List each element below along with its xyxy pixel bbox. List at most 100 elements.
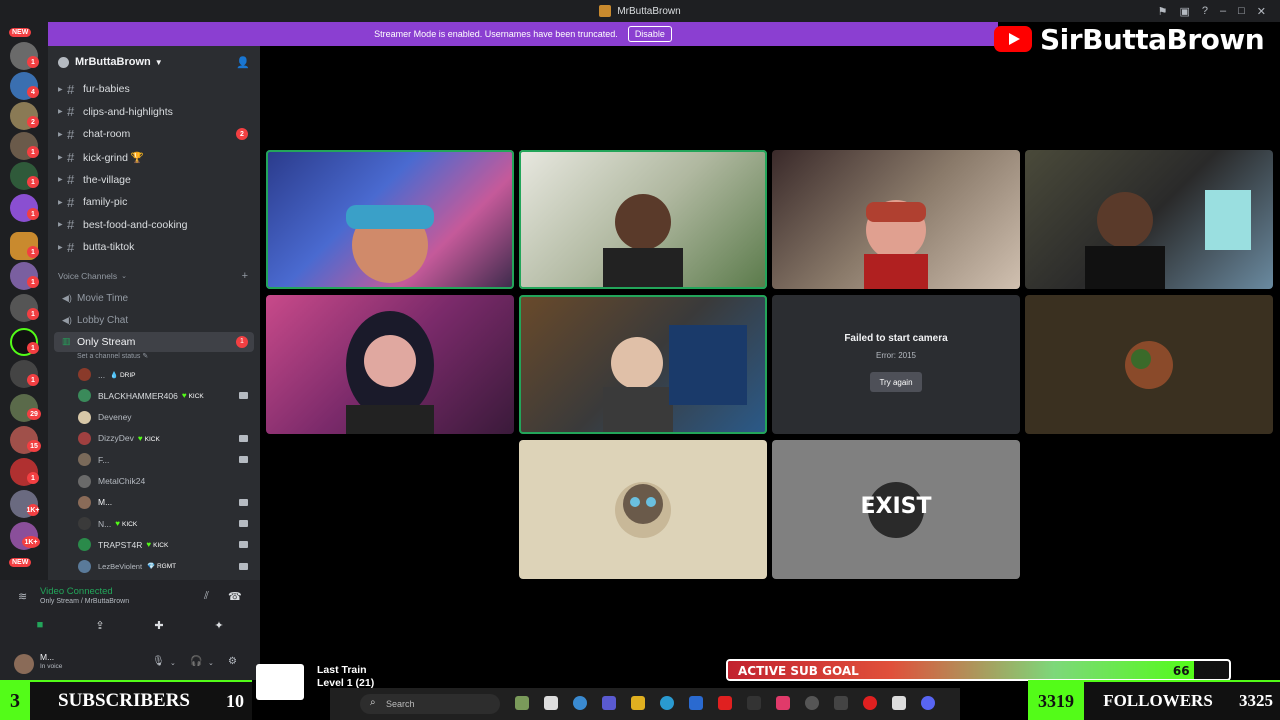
camera-button[interactable]: ■ bbox=[29, 616, 51, 634]
video-tile[interactable] bbox=[266, 295, 514, 434]
noise-suppression-icon[interactable]: ⫽ bbox=[204, 590, 209, 603]
app-icon[interactable] bbox=[776, 696, 790, 710]
settings-gear-icon[interactable]: ⚙ bbox=[228, 656, 237, 667]
app-icon[interactable] bbox=[602, 696, 616, 710]
channel-butta-tiktok[interactable]: ▶ # butta-tiktok bbox=[48, 236, 260, 259]
voice-user[interactable]: TRAPST4RKICK bbox=[48, 534, 260, 555]
video-tile[interactable] bbox=[519, 150, 767, 289]
mention-badge: 29 bbox=[27, 408, 41, 420]
avatar bbox=[78, 389, 91, 403]
mention-badge: 1K+ bbox=[22, 536, 40, 548]
disable-button[interactable]: Disable bbox=[627, 26, 672, 42]
sub-goal-label: ACTIVE SUB GOAL bbox=[738, 664, 859, 678]
hash-icon: # bbox=[67, 239, 75, 255]
browser-icon[interactable] bbox=[660, 696, 674, 710]
try-again-button[interactable]: Try again bbox=[870, 372, 922, 392]
category-label: Voice Channels bbox=[58, 270, 118, 281]
voice-user[interactable]: BLACKHAMMER406 KICK bbox=[48, 385, 260, 406]
user-name: ... bbox=[98, 369, 106, 380]
camera-error-code: Error: 2015 bbox=[875, 351, 917, 360]
voice-user[interactable]: ... 💧 DRIP bbox=[48, 364, 260, 385]
signal-icon[interactable]: ≋ bbox=[18, 590, 27, 603]
voice-channel-lobby-chat[interactable]: ◀) Lobby Chat bbox=[48, 309, 260, 332]
channel-status[interactable]: Set a channel status ✎ bbox=[48, 352, 260, 364]
video-tile[interactable]: EXIST bbox=[772, 440, 1020, 579]
screen-icon[interactable]: ▣ bbox=[1179, 5, 1189, 18]
avatar bbox=[78, 559, 91, 573]
channel-the-village[interactable]: ▶ # the-village bbox=[48, 168, 260, 191]
mention-badge: 1 bbox=[27, 146, 39, 158]
app-icon[interactable] bbox=[834, 696, 848, 710]
app-icon[interactable] bbox=[805, 696, 819, 710]
app-icon[interactable] bbox=[747, 696, 761, 710]
add-channel-icon[interactable]: + bbox=[242, 270, 248, 282]
app-icon[interactable] bbox=[544, 696, 558, 710]
microphone-icon[interactable]: 🎙 bbox=[152, 656, 165, 667]
video-tile[interactable] bbox=[519, 295, 767, 434]
channel-clips-and-highlights[interactable]: ▶ # clips-and-highlights bbox=[48, 101, 260, 124]
headphones-icon[interactable]: 🎧 bbox=[190, 656, 202, 667]
voice-user[interactable]: DizzyDev KICK bbox=[48, 428, 260, 449]
app-icon[interactable] bbox=[863, 696, 877, 710]
channel-fur-babies[interactable]: ▶ # fur-babies bbox=[48, 78, 260, 101]
app-icon[interactable] bbox=[573, 696, 587, 710]
participant-video bbox=[603, 194, 683, 289]
app-icon[interactable] bbox=[689, 696, 703, 710]
close-button[interactable]: ✕ bbox=[1257, 5, 1266, 18]
soundboard-button[interactable]: ✦ bbox=[208, 616, 230, 634]
server-header[interactable]: MrButtaBrown ▼ 👤 bbox=[48, 46, 260, 78]
inbox-icon[interactable]: ⚑ bbox=[1158, 5, 1168, 18]
voice-user[interactable]: N...KICK bbox=[48, 513, 260, 534]
maximize-button[interactable]: □ bbox=[1238, 5, 1245, 17]
video-tile[interactable] bbox=[1025, 150, 1273, 289]
subscribers-current: 3 bbox=[0, 682, 30, 720]
youtube-icon[interactable] bbox=[718, 696, 732, 710]
channel-name: Only Stream bbox=[77, 335, 136, 348]
search-box[interactable]: ⌕ Search bbox=[360, 694, 500, 714]
window-controls: ⚑ ▣ ? – □ ✕ bbox=[1158, 0, 1280, 22]
app-icon[interactable] bbox=[892, 696, 906, 710]
help-icon[interactable]: ? bbox=[1202, 5, 1208, 17]
new-badge: NEW bbox=[9, 558, 32, 567]
screen-share-button[interactable]: ⇪ bbox=[89, 616, 111, 634]
connection-channel[interactable]: Only Stream / MrButtaBrown bbox=[40, 598, 129, 605]
channel-best-food-and-cooking[interactable]: ▶ # best-food-and-cooking bbox=[48, 214, 260, 237]
video-tile[interactable] bbox=[519, 440, 767, 579]
user-name: M... bbox=[98, 497, 113, 508]
voice-category-header[interactable]: Voice Channels ⌄ + bbox=[48, 265, 260, 287]
followers-goal: 3325 bbox=[1239, 691, 1273, 710]
app-icon[interactable] bbox=[515, 696, 529, 710]
channel-name: fur-babies bbox=[83, 83, 130, 96]
video-tile[interactable] bbox=[772, 150, 1020, 289]
chevron-down-icon[interactable]: ⌄ bbox=[208, 659, 214, 667]
disconnect-icon[interactable]: ☎ bbox=[228, 590, 242, 603]
song-title: Last Train bbox=[317, 664, 367, 676]
camera-icon bbox=[239, 434, 248, 442]
channel-family-pic[interactable]: ▶ # family-pic bbox=[48, 191, 260, 214]
add-user-icon[interactable]: 👤 bbox=[236, 56, 250, 69]
avatar[interactable] bbox=[14, 654, 34, 674]
folder-icon[interactable] bbox=[631, 696, 645, 710]
voice-user[interactable]: F... bbox=[48, 449, 260, 470]
minimize-button[interactable]: – bbox=[1220, 5, 1226, 17]
avatar-text: EXIST bbox=[860, 494, 932, 519]
channel-chat-room[interactable]: ▶ # chat-room 2 bbox=[48, 123, 260, 146]
hash-icon: # bbox=[67, 172, 75, 188]
discord-icon[interactable] bbox=[921, 696, 935, 710]
voice-user[interactable]: LezBeViolent 💎 RGMT bbox=[48, 556, 260, 577]
channel-kick-grind[interactable]: ▶ # kick-grind 🏆 bbox=[48, 146, 260, 169]
voice-user[interactable]: Deveney bbox=[48, 407, 260, 428]
user-name: LezBeViolent bbox=[98, 561, 143, 571]
voice-user[interactable]: M... bbox=[48, 492, 260, 513]
activities-button[interactable]: ✚ bbox=[148, 616, 170, 634]
chevron-down-icon[interactable]: ⌄ bbox=[170, 659, 176, 667]
video-tile[interactable] bbox=[266, 150, 514, 289]
video-tile[interactable] bbox=[1025, 295, 1273, 434]
user-name: N... bbox=[98, 518, 112, 529]
channel-name: the-village bbox=[83, 173, 131, 186]
voice-channel-movie-time[interactable]: ◀) Movie Time bbox=[48, 287, 260, 310]
voice-channel-only-stream[interactable]: ▥ Only Stream 1 bbox=[54, 331, 254, 352]
connection-status[interactable]: Video Connected bbox=[40, 586, 113, 597]
voice-user[interactable]: MetalChik24 bbox=[48, 470, 260, 491]
user-name: F... bbox=[98, 454, 110, 465]
